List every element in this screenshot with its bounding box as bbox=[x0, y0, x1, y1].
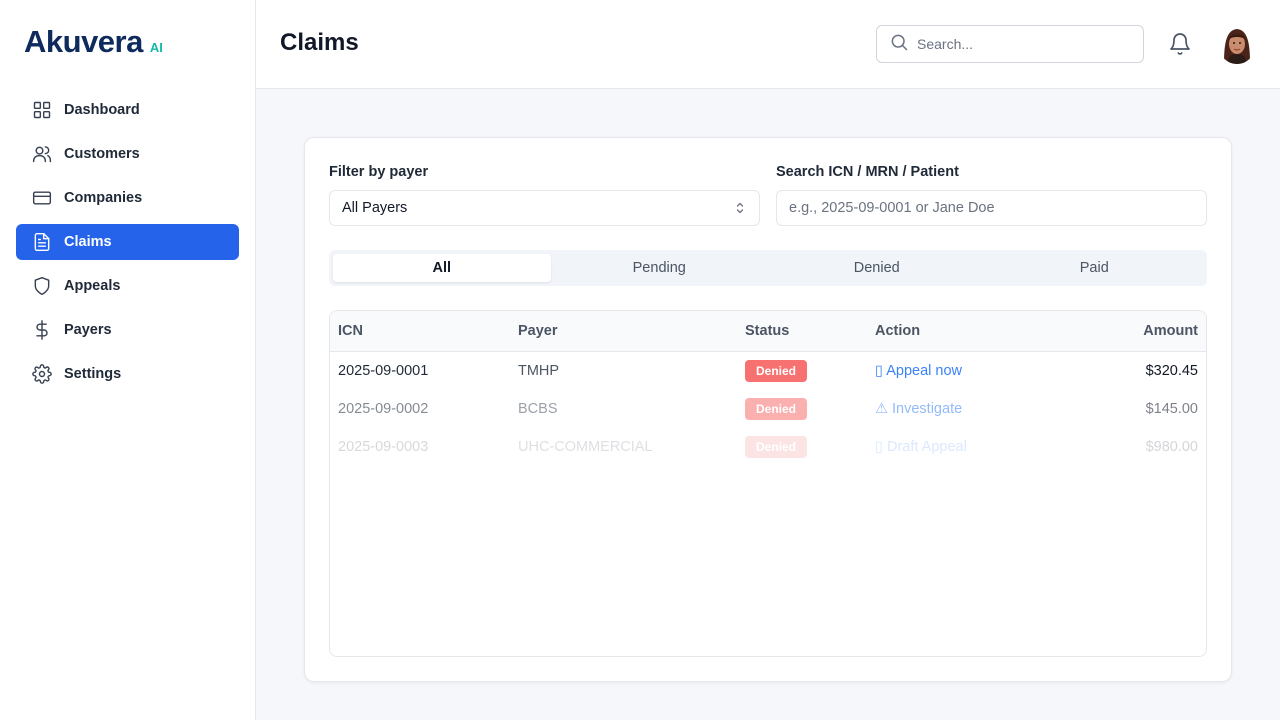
draft-appeal-link[interactable]: ▯ Draft Appeal bbox=[875, 439, 967, 455]
payer-cell: TMHP bbox=[518, 363, 560, 379]
grid-icon bbox=[32, 100, 52, 120]
tab-all[interactable]: All bbox=[333, 254, 551, 282]
table-row[interactable]: 2025-09-0001 TMHP Denied ▯ Appeal now $3… bbox=[330, 352, 1206, 390]
page-title: Claims bbox=[280, 29, 359, 56]
sidebar: Akuvera AI Dashboard Customers Companies bbox=[0, 0, 256, 720]
status-tabs: All Pending Denied Paid bbox=[329, 250, 1207, 286]
status-badge: Denied bbox=[745, 360, 807, 382]
sidebar-item-companies[interactable]: Companies bbox=[16, 180, 239, 216]
sidebar-item-claims[interactable]: Claims bbox=[16, 224, 239, 260]
amount-cell: $980.00 bbox=[1145, 439, 1198, 455]
sidebar-item-label: Companies bbox=[64, 190, 143, 206]
payer-cell: UHC-COMMERCIAL bbox=[518, 439, 653, 455]
payer-filter-label: Filter by payer bbox=[329, 164, 429, 180]
table-header: ICN Payer Status Action Amount bbox=[330, 311, 1206, 352]
column-header-icn[interactable]: ICN bbox=[338, 323, 363, 339]
dollar-icon bbox=[32, 320, 52, 340]
sidebar-item-label: Settings bbox=[64, 366, 122, 382]
column-header-status[interactable]: Status bbox=[745, 323, 789, 339]
chevron-updown-icon bbox=[736, 202, 744, 214]
sidebar-item-label: Dashboard bbox=[64, 102, 140, 118]
column-header-action[interactable]: Action bbox=[875, 323, 920, 339]
record-search-label: Search ICN / MRN / Patient bbox=[776, 164, 959, 180]
sidebar-item-label: Payers bbox=[64, 322, 112, 338]
document-icon bbox=[32, 232, 52, 252]
icn-cell: 2025-09-0002 bbox=[338, 401, 429, 417]
amount-cell: $145.00 bbox=[1145, 401, 1198, 417]
claims-table: ICN Payer Status Action Amount 2025-09-0… bbox=[329, 310, 1207, 657]
brand-logo[interactable]: Akuvera AI bbox=[24, 24, 163, 60]
status-badge: Denied bbox=[745, 436, 807, 458]
tab-paid[interactable]: Paid bbox=[986, 254, 1204, 282]
payer-select-value: All Payers bbox=[342, 200, 408, 216]
tab-pending[interactable]: Pending bbox=[551, 254, 769, 282]
sidebar-item-label: Claims bbox=[64, 234, 112, 250]
brand-suffix: AI bbox=[149, 40, 163, 55]
payer-select[interactable]: All Payers bbox=[329, 190, 760, 226]
icn-cell: 2025-09-0001 bbox=[338, 363, 429, 379]
global-search[interactable] bbox=[876, 25, 1144, 63]
users-icon bbox=[32, 144, 52, 164]
sidebar-item-customers[interactable]: Customers bbox=[16, 136, 239, 172]
sidebar-item-payers[interactable]: Payers bbox=[16, 312, 239, 348]
gear-icon bbox=[32, 364, 52, 384]
sidebar-item-label: Customers bbox=[64, 146, 140, 162]
status-badge: Denied bbox=[745, 398, 807, 420]
tab-denied[interactable]: Denied bbox=[768, 254, 986, 282]
table-row[interactable]: 2025-09-0002 BCBS Denied ⚠ Investigate $… bbox=[330, 390, 1206, 428]
column-header-amount[interactable]: Amount bbox=[1143, 323, 1198, 339]
record-search-input[interactable] bbox=[776, 190, 1207, 226]
bell-icon[interactable] bbox=[1168, 32, 1192, 56]
search-icon bbox=[889, 32, 909, 57]
table-row[interactable]: 2025-09-0003 UHC-COMMERCIAL Denied ▯ Dra… bbox=[330, 428, 1206, 466]
top-header: Claims bbox=[256, 0, 1280, 89]
credit-card-icon bbox=[32, 188, 52, 208]
claims-card: Filter by payer All Payers Search ICN / … bbox=[304, 137, 1232, 682]
sidebar-nav: Dashboard Customers Companies Claims App… bbox=[16, 92, 239, 400]
amount-cell: $320.45 bbox=[1145, 363, 1198, 379]
avatar[interactable] bbox=[1218, 24, 1256, 64]
sidebar-item-dashboard[interactable]: Dashboard bbox=[16, 92, 239, 128]
shield-icon bbox=[32, 276, 52, 296]
investigate-link[interactable]: ⚠ Investigate bbox=[875, 401, 962, 417]
sidebar-item-appeals[interactable]: Appeals bbox=[16, 268, 239, 304]
column-header-payer[interactable]: Payer bbox=[518, 323, 558, 339]
sidebar-item-settings[interactable]: Settings bbox=[16, 356, 239, 392]
payer-cell: BCBS bbox=[518, 401, 558, 417]
appeal-now-link[interactable]: ▯ Appeal now bbox=[875, 363, 962, 379]
search-input[interactable] bbox=[917, 36, 1127, 52]
sidebar-item-label: Appeals bbox=[64, 278, 121, 294]
icn-cell: 2025-09-0003 bbox=[338, 439, 429, 455]
brand-name: Akuvera bbox=[24, 24, 143, 59]
